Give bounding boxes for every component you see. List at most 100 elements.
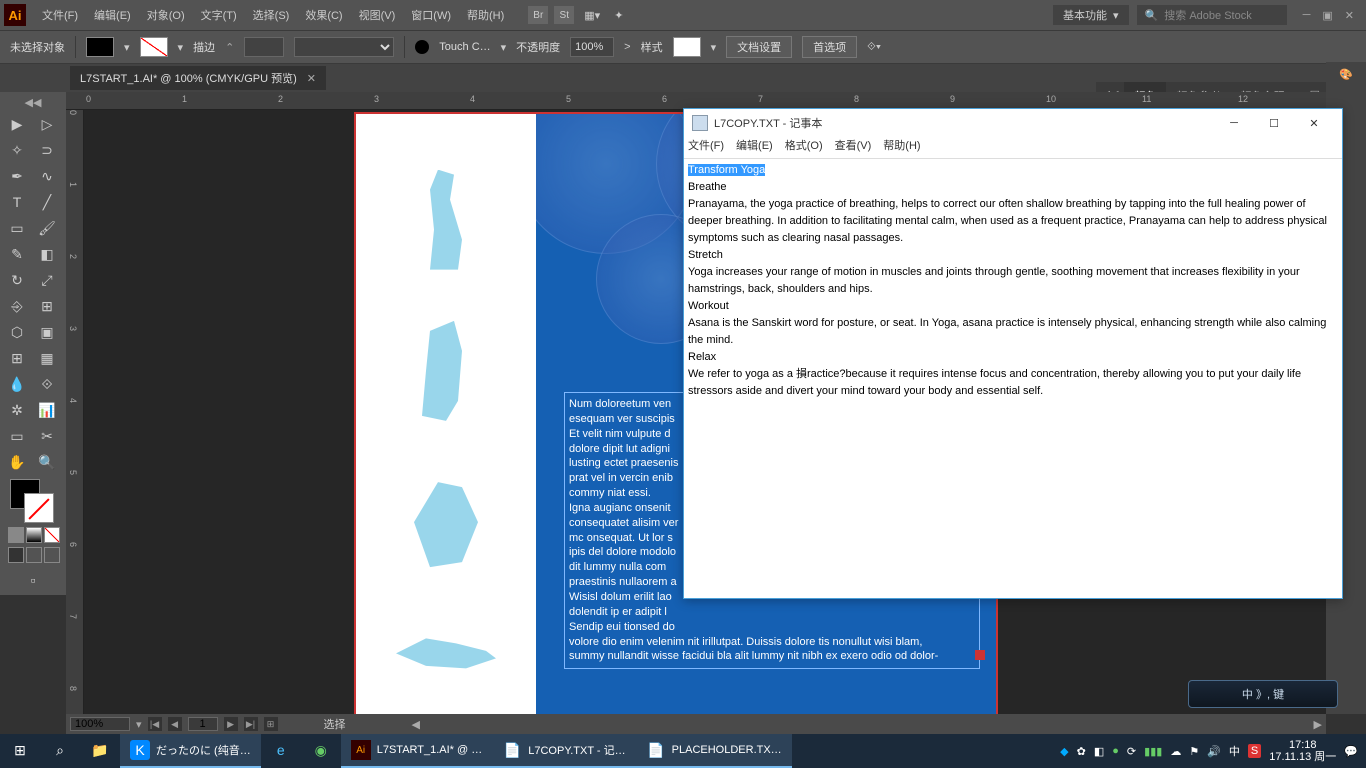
curvature-tool[interactable]: ∿ — [32, 163, 62, 189]
direct-selection-tool[interactable]: ▷ — [32, 111, 62, 137]
close-button[interactable]: ✕ — [1294, 109, 1334, 137]
none-mode[interactable] — [44, 527, 60, 543]
fill-stroke-swatches[interactable] — [10, 479, 54, 523]
maximize-icon[interactable]: ▣ — [1322, 9, 1332, 22]
gradient-mode[interactable] — [26, 527, 42, 543]
menu-file[interactable]: 文件(F) — [34, 7, 86, 23]
scroll-left-icon[interactable]: ◀ — [412, 718, 420, 731]
gpu-icon[interactable]: ✦ — [614, 9, 623, 22]
close-icon[interactable]: ✕ — [307, 72, 316, 85]
mesh-tool[interactable]: ⊞ — [2, 345, 32, 371]
prev-artboard-button[interactable]: ◀ — [168, 717, 182, 731]
tray-icon[interactable]: ✿ — [1077, 745, 1086, 758]
volume-icon[interactable]: 🔊 — [1207, 745, 1221, 758]
rotate-tool[interactable]: ↻ — [2, 267, 32, 293]
menu-view[interactable]: 视图(V) — [351, 7, 404, 23]
menu-help[interactable]: 帮助(H) — [459, 7, 512, 23]
hand-tool[interactable]: ✋ — [2, 449, 32, 475]
tray-icon[interactable]: ◆ — [1060, 745, 1068, 758]
ruler-vertical[interactable]: 0123456789 — [66, 110, 84, 714]
selection-tool[interactable]: ▶ — [2, 111, 32, 137]
yoga-figure-2[interactable] — [406, 321, 486, 421]
maximize-button[interactable]: ☐ — [1254, 109, 1294, 137]
draw-behind[interactable] — [26, 547, 42, 563]
opacity-field[interactable] — [570, 37, 614, 57]
taskbar-illustrator[interactable]: AiL7START_1.AI* @ … — [341, 734, 493, 768]
graph-tool[interactable]: 📊 — [32, 397, 62, 423]
paintbrush-tool[interactable]: 🖌 — [32, 215, 62, 241]
screen-mode[interactable]: ▫ — [2, 567, 64, 593]
align-icon[interactable]: ⟐▾ — [867, 41, 881, 54]
np-menu-format[interactable]: 格式(O) — [785, 137, 823, 158]
slice-tool[interactable]: ✂ — [32, 423, 62, 449]
system-tray[interactable]: ◆ ✿ ◧ ● ⟳ ▮▮▮ ☁ ⚑ 🔊 中 S 17:1817.11.13 周一… — [1060, 739, 1366, 763]
clock[interactable]: 17:1817.11.13 周一 — [1269, 739, 1336, 763]
stroke-dec[interactable]: ⌃ — [225, 41, 234, 54]
browser-360[interactable]: ◉ — [301, 734, 341, 768]
ime-brand-icon[interactable]: S — [1248, 744, 1261, 758]
np-menu-edit[interactable]: 编辑(E) — [736, 137, 773, 158]
np-menu-view[interactable]: 查看(V) — [835, 137, 872, 158]
tray-icon[interactable]: ◧ — [1094, 745, 1104, 758]
edge-browser[interactable]: e — [261, 734, 301, 768]
rectangle-tool[interactable]: ▭ — [2, 215, 32, 241]
eraser-tool[interactable]: ◧ — [32, 241, 62, 267]
document-setup-button[interactable]: 文档设置 — [726, 36, 792, 58]
line-tool[interactable]: ╱ — [32, 189, 62, 215]
fill-swatch[interactable] — [86, 37, 114, 57]
blend-tool[interactable]: ⟐ — [32, 371, 62, 397]
doc-tab-active[interactable]: L7START_1.AI* @ 100% (CMYK/GPU 预览) ✕ — [70, 66, 326, 90]
stroke-swatch[interactable] — [140, 37, 168, 57]
style-swatch[interactable] — [673, 37, 701, 57]
scroll-right-icon[interactable]: ▶ — [1314, 718, 1322, 731]
pen-tool[interactable]: ✒ — [2, 163, 32, 189]
symbol-sprayer-tool[interactable]: ✲ — [2, 397, 32, 423]
overflow-icon[interactable] — [975, 650, 985, 660]
bridge-icon[interactable]: Br — [528, 6, 548, 24]
free-transform-tool[interactable]: ⊞ — [32, 293, 62, 319]
np-menu-help[interactable]: 帮助(H) — [883, 137, 920, 158]
notepad-textarea[interactable]: Transform Yoga Breathe Pranayama, the yo… — [684, 159, 1342, 598]
ime-icon[interactable]: 中 — [1229, 743, 1240, 759]
preferences-button[interactable]: 首选项 — [802, 36, 857, 58]
start-button[interactable]: ⊞ — [0, 734, 40, 768]
perspective-tool[interactable]: ▣ — [32, 319, 62, 345]
search-button[interactable]: ⌕ — [40, 734, 80, 768]
artboard-nav-button[interactable]: ⊞ — [264, 717, 278, 731]
minimize-button[interactable]: ─ — [1214, 109, 1254, 137]
shape-builder-tool[interactable]: ⬡ — [2, 319, 32, 345]
width-tool[interactable]: ⎆ — [2, 293, 32, 319]
brush-select[interactable] — [294, 37, 394, 57]
notepad-titlebar[interactable]: L7COPY.TXT - 记事本 ─ ☐ ✕ — [684, 109, 1342, 137]
artboard-tool[interactable]: ▭ — [2, 423, 32, 449]
notifications-icon[interactable]: 💬 — [1344, 745, 1358, 758]
tray-icon[interactable]: ⟳ — [1127, 745, 1136, 758]
last-artboard-button[interactable]: ▶| — [244, 717, 258, 731]
menu-edit[interactable]: 编辑(E) — [86, 7, 139, 23]
magic-wand-tool[interactable]: ✧ — [2, 137, 32, 163]
menu-object[interactable]: 对象(O) — [139, 7, 193, 23]
zoom-tool[interactable]: 🔍 — [32, 449, 62, 475]
stroke-weight-field[interactable] — [244, 37, 284, 57]
chevron-down-icon[interactable]: ▾ — [178, 41, 184, 54]
menu-type[interactable]: 文字(T) — [193, 7, 245, 23]
palette-icon[interactable]: 🎨 — [1326, 62, 1366, 87]
yoga-figure-4[interactable] — [396, 623, 496, 673]
stock-icon[interactable]: St — [554, 6, 574, 24]
minimize-icon[interactable]: ─ — [1303, 9, 1311, 22]
tray-icon[interactable]: ☁ — [1170, 745, 1181, 758]
close-icon[interactable]: ✕ — [1345, 9, 1354, 22]
np-menu-file[interactable]: 文件(F) — [688, 137, 724, 158]
draw-inside[interactable] — [44, 547, 60, 563]
draw-normal[interactable] — [8, 547, 24, 563]
shaper-tool[interactable]: ✎ — [2, 241, 32, 267]
touch-label[interactable]: Touch C… — [439, 41, 490, 53]
tray-icon[interactable]: ● — [1112, 745, 1119, 757]
chevron-down-icon[interactable]: ▾ — [124, 41, 130, 54]
tools-collapse-icon[interactable]: ◀◀ — [2, 94, 64, 111]
file-explorer[interactable]: 📁 — [80, 734, 120, 768]
network-icon[interactable]: ▮▮▮ — [1144, 745, 1162, 758]
scale-tool[interactable]: ⤢ — [32, 267, 62, 293]
workspace-switcher[interactable]: 基本功能▾ — [1053, 5, 1129, 25]
type-tool[interactable]: T — [2, 189, 32, 215]
